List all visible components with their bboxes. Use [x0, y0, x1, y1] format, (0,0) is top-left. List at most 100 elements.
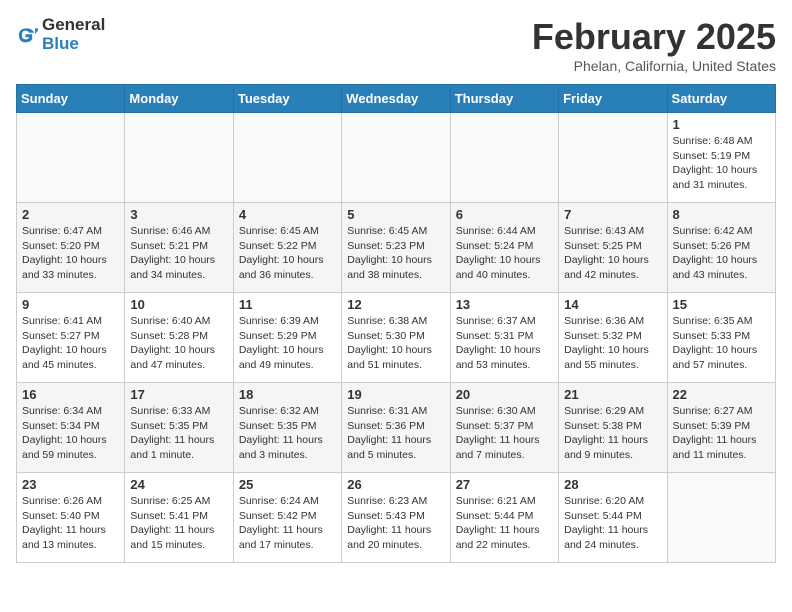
day-info: Sunrise: 6:38 AM Sunset: 5:30 PM Dayligh…	[347, 314, 444, 373]
calendar-header-row: SundayMondayTuesdayWednesdayThursdayFrid…	[17, 85, 776, 113]
calendar-cell: 17 Sunrise: 6:33 AM Sunset: 5:35 PM Dayli…	[125, 383, 233, 473]
day-number: 9	[22, 297, 119, 312]
calendar-cell: 21Sunrise: 6:29 AM Sunset: 5:38 PM Dayli…	[559, 383, 667, 473]
day-number: 3	[130, 207, 227, 222]
day-number: 20	[456, 387, 553, 402]
calendar-cell	[233, 113, 341, 203]
day-number: 13	[456, 297, 553, 312]
day-number: 10	[130, 297, 227, 312]
calendar-cell: 13 Sunrise: 6:37 AM Sunset: 5:31 PM Dayli…	[450, 293, 558, 383]
day-number: 15	[673, 297, 770, 312]
day-number: 5	[347, 207, 444, 222]
day-info: Sunrise: 6:23 AM Sunset: 5:43 PM Dayligh…	[347, 494, 444, 553]
day-info: Sunrise: 6:39 AM Sunset: 5:29 PM Dayligh…	[239, 314, 336, 373]
month-title: February 2025	[532, 16, 776, 58]
day-number: 22	[673, 387, 770, 402]
day-info: Sunrise: 6:20 AM Sunset: 5:44 PM Dayligh…	[564, 494, 661, 553]
location-subtitle: Phelan, California, United States	[532, 58, 776, 74]
calendar-header-tuesday: Tuesday	[233, 85, 341, 113]
day-number: 25	[239, 477, 336, 492]
calendar-cell: 28Sunrise: 6:20 AM Sunset: 5:44 PM Dayli…	[559, 473, 667, 563]
day-number: 24	[130, 477, 227, 492]
day-info: Sunrise: 6:45 AM Sunset: 5:23 PM Dayligh…	[347, 224, 444, 283]
calendar-cell: 25 Sunrise: 6:24 AM Sunset: 5:42 PM Dayli…	[233, 473, 341, 563]
calendar-header-wednesday: Wednesday	[342, 85, 450, 113]
calendar-cell: 7Sunrise: 6:43 AM Sunset: 5:25 PM Daylig…	[559, 203, 667, 293]
day-info: Sunrise: 6:44 AM Sunset: 5:24 PM Dayligh…	[456, 224, 553, 283]
day-info: Sunrise: 6:25 AM Sunset: 5:41 PM Dayligh…	[130, 494, 227, 553]
day-info: Sunrise: 6:35 AM Sunset: 5:33 PM Dayligh…	[673, 314, 770, 373]
day-info: Sunrise: 6:41 AM Sunset: 5:27 PM Dayligh…	[22, 314, 119, 373]
day-number: 17	[130, 387, 227, 402]
day-number: 16	[22, 387, 119, 402]
day-info: Sunrise: 6:36 AM Sunset: 5:32 PM Dayligh…	[564, 314, 661, 373]
calendar-week-row: 9 Sunrise: 6:41 AM Sunset: 5:27 PM Daylig…	[17, 293, 776, 383]
day-number: 1	[673, 117, 770, 132]
day-number: 18	[239, 387, 336, 402]
logo-blue: Blue	[42, 35, 105, 54]
logo-general: General	[42, 16, 105, 35]
day-number: 8	[673, 207, 770, 222]
calendar-week-row: 23 Sunrise: 6:26 AM Sunset: 5:40 PM Dayli…	[17, 473, 776, 563]
calendar-cell: 14 Sunrise: 6:36 AM Sunset: 5:32 PM Dayli…	[559, 293, 667, 383]
day-info: Sunrise: 6:26 AM Sunset: 5:40 PM Dayligh…	[22, 494, 119, 553]
calendar-cell: 12 Sunrise: 6:38 AM Sunset: 5:30 PM Dayli…	[342, 293, 450, 383]
title-block: February 2025 Phelan, California, United…	[532, 16, 776, 74]
logo-text: General Blue	[42, 16, 105, 53]
day-info: Sunrise: 6:43 AM Sunset: 5:25 PM Dayligh…	[564, 224, 661, 283]
day-info: Sunrise: 6:30 AM Sunset: 5:37 PM Dayligh…	[456, 404, 553, 463]
calendar-cell: 26Sunrise: 6:23 AM Sunset: 5:43 PM Dayli…	[342, 473, 450, 563]
day-number: 27	[456, 477, 553, 492]
day-number: 4	[239, 207, 336, 222]
day-info: Sunrise: 6:46 AM Sunset: 5:21 PM Dayligh…	[130, 224, 227, 283]
calendar-cell: 18 Sunrise: 6:32 AM Sunset: 5:35 PM Dayli…	[233, 383, 341, 473]
day-info: Sunrise: 6:40 AM Sunset: 5:28 PM Dayligh…	[130, 314, 227, 373]
calendar-cell: 20 Sunrise: 6:30 AM Sunset: 5:37 PM Dayli…	[450, 383, 558, 473]
day-info: Sunrise: 6:42 AM Sunset: 5:26 PM Dayligh…	[673, 224, 770, 283]
calendar-cell	[342, 113, 450, 203]
calendar-cell	[17, 113, 125, 203]
day-info: Sunrise: 6:33 AM Sunset: 5:35 PM Dayligh…	[130, 404, 227, 463]
day-number: 19	[347, 387, 444, 402]
calendar-cell	[450, 113, 558, 203]
day-info: Sunrise: 6:37 AM Sunset: 5:31 PM Dayligh…	[456, 314, 553, 373]
day-info: Sunrise: 6:31 AM Sunset: 5:36 PM Dayligh…	[347, 404, 444, 463]
day-number: 6	[456, 207, 553, 222]
day-info: Sunrise: 6:24 AM Sunset: 5:42 PM Dayligh…	[239, 494, 336, 553]
page-header: General Blue February 2025 Phelan, Calif…	[16, 16, 776, 74]
day-number: 14	[564, 297, 661, 312]
calendar-header-saturday: Saturday	[667, 85, 775, 113]
calendar-table: SundayMondayTuesdayWednesdayThursdayFrid…	[16, 84, 776, 563]
day-number: 23	[22, 477, 119, 492]
day-info: Sunrise: 6:27 AM Sunset: 5:39 PM Dayligh…	[673, 404, 770, 463]
logo-icon	[16, 24, 38, 46]
calendar-cell	[667, 473, 775, 563]
calendar-cell	[559, 113, 667, 203]
day-info: Sunrise: 6:45 AM Sunset: 5:22 PM Dayligh…	[239, 224, 336, 283]
calendar-header-friday: Friday	[559, 85, 667, 113]
calendar-cell: 2 Sunrise: 6:47 AM Sunset: 5:20 PM Daylig…	[17, 203, 125, 293]
day-number: 12	[347, 297, 444, 312]
day-info: Sunrise: 6:47 AM Sunset: 5:20 PM Dayligh…	[22, 224, 119, 283]
calendar-header-monday: Monday	[125, 85, 233, 113]
calendar-cell: 4 Sunrise: 6:45 AM Sunset: 5:22 PM Daylig…	[233, 203, 341, 293]
logo: General Blue	[16, 16, 105, 53]
calendar-cell: 10 Sunrise: 6:40 AM Sunset: 5:28 PM Dayli…	[125, 293, 233, 383]
calendar-week-row: 2 Sunrise: 6:47 AM Sunset: 5:20 PM Daylig…	[17, 203, 776, 293]
calendar-cell: 23 Sunrise: 6:26 AM Sunset: 5:40 PM Dayli…	[17, 473, 125, 563]
calendar-cell: 24 Sunrise: 6:25 AM Sunset: 5:41 PM Dayli…	[125, 473, 233, 563]
day-info: Sunrise: 6:21 AM Sunset: 5:44 PM Dayligh…	[456, 494, 553, 553]
calendar-week-row: 1 Sunrise: 6:48 AM Sunset: 5:19 PM Daylig…	[17, 113, 776, 203]
day-number: 11	[239, 297, 336, 312]
calendar-week-row: 16Sunrise: 6:34 AM Sunset: 5:34 PM Dayli…	[17, 383, 776, 473]
calendar-cell: 5 Sunrise: 6:45 AM Sunset: 5:23 PM Daylig…	[342, 203, 450, 293]
calendar-cell: 1 Sunrise: 6:48 AM Sunset: 5:19 PM Daylig…	[667, 113, 775, 203]
day-info: Sunrise: 6:32 AM Sunset: 5:35 PM Dayligh…	[239, 404, 336, 463]
calendar-cell: 6 Sunrise: 6:44 AM Sunset: 5:24 PM Daylig…	[450, 203, 558, 293]
day-info: Sunrise: 6:48 AM Sunset: 5:19 PM Dayligh…	[673, 134, 770, 193]
calendar-cell: 19 Sunrise: 6:31 AM Sunset: 5:36 PM Dayli…	[342, 383, 450, 473]
day-number: 2	[22, 207, 119, 222]
calendar-cell: 3 Sunrise: 6:46 AM Sunset: 5:21 PM Daylig…	[125, 203, 233, 293]
calendar-cell: 22 Sunrise: 6:27 AM Sunset: 5:39 PM Dayli…	[667, 383, 775, 473]
day-info: Sunrise: 6:29 AM Sunset: 5:38 PM Dayligh…	[564, 404, 661, 463]
